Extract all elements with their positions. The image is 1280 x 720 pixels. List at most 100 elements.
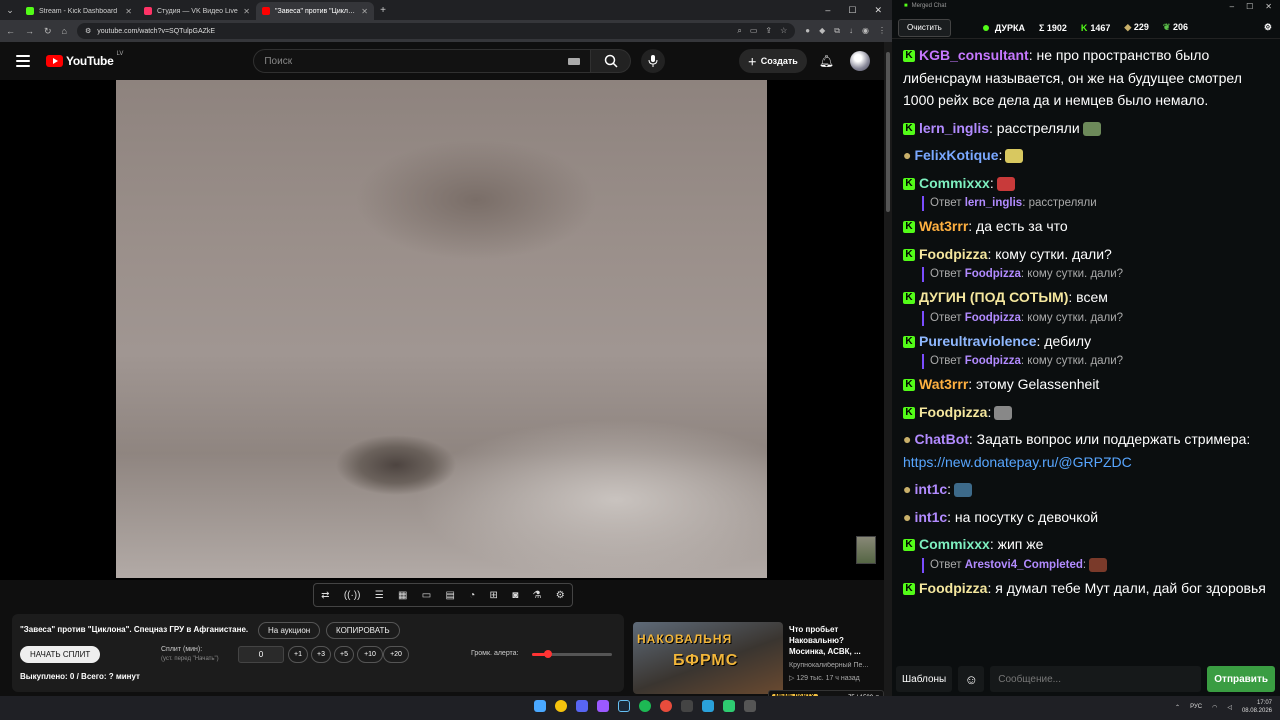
search-input[interactable]: Поиск <box>253 49 592 73</box>
extension-puzzle-icon[interactable]: ⧉ <box>834 26 840 36</box>
increment-button[interactable]: +3 <box>311 646 331 663</box>
chat-username[interactable]: FelixKotique <box>914 147 998 163</box>
minimize-icon[interactable]: – <box>1230 2 1234 11</box>
tab-close-icon[interactable]: ✕ <box>125 7 132 16</box>
tab-search-icon[interactable]: ⌄ <box>0 0 20 20</box>
reply-username[interactable]: Foodpizza <box>965 268 1021 280</box>
reply-username[interactable]: lern_inglis <box>965 197 1023 209</box>
increment-button[interactable]: +5 <box>334 646 354 663</box>
reload-icon[interactable]: ↻ <box>44 26 52 37</box>
alert-volume-slider[interactable] <box>532 650 612 658</box>
youtube-logo[interactable]: YouTube LV <box>46 51 123 68</box>
resize-icon[interactable]: ▭ <box>422 590 431 601</box>
playlist-icon[interactable]: ☰ <box>375 590 384 601</box>
repeat-icon[interactable]: ⇄ <box>321 590 329 601</box>
extension-icon[interactable]: ● <box>805 26 810 36</box>
hamburger-menu-icon[interactable] <box>16 55 30 67</box>
avatar[interactable] <box>850 51 870 71</box>
chat-username[interactable]: Commixxx <box>919 536 990 552</box>
video-player[interactable] <box>0 80 884 580</box>
notifications-bell-icon[interactable]: 🔔︎ <box>819 54 834 68</box>
spotify-icon[interactable] <box>639 700 651 712</box>
recommended-video[interactable]: НАКОВАЛЬНЯ БФРМС Что пробьет Наковальню?… <box>633 622 885 694</box>
new-tab-button[interactable]: + <box>374 5 392 16</box>
discord-icon[interactable] <box>576 700 588 712</box>
chat-username[interactable]: int1c <box>914 509 947 525</box>
chat-username[interactable]: Pureultraviolence <box>919 333 1037 349</box>
subtitles-icon[interactable]: ▤ <box>445 590 454 601</box>
templates-button[interactable]: Шаблоны <box>896 666 953 692</box>
app-icon[interactable] <box>597 700 609 712</box>
start-split-button[interactable]: НАЧАТЬ СПЛИТ <box>20 646 101 663</box>
app-icon[interactable] <box>681 700 693 712</box>
app-icon[interactable] <box>660 700 672 712</box>
create-button[interactable]: ＋ Создать <box>738 49 807 73</box>
forward-icon[interactable]: → <box>25 26 34 36</box>
close-icon[interactable]: ✕ <box>1265 2 1272 11</box>
keyboard-icon[interactable] <box>568 57 581 65</box>
tray-chevron-icon[interactable]: ⌃ <box>1175 704 1180 711</box>
flask-icon[interactable]: ⚗ <box>533 590 542 601</box>
recommended-title[interactable]: Что пробьет Наковальню? Мосинка, АСВК, .… <box>789 624 881 657</box>
broadcast-icon[interactable]: ((·)) <box>344 590 361 601</box>
page-scrollbar[interactable] <box>884 42 892 696</box>
clear-chat-button[interactable]: Очистить <box>898 18 951 37</box>
steam-icon[interactable] <box>618 700 630 712</box>
tab-close-icon[interactable]: ✕ <box>361 7 368 16</box>
bookmark-star-icon[interactable]: ☆ <box>780 26 787 36</box>
emoji-icon[interactable]: ☺ <box>958 666 985 692</box>
copy-button[interactable]: КОПИРОВАТЬ <box>326 622 400 639</box>
speed-icon[interactable]: ◔ <box>469 590 475 601</box>
language-indicator[interactable]: РУС <box>1190 704 1202 710</box>
recommended-thumbnail[interactable]: НАКОВАЛЬНЯ БФРМС <box>633 622 783 694</box>
reply-username[interactable]: Arestovi4_Completed <box>965 559 1083 571</box>
telegram-icon[interactable] <box>702 700 714 712</box>
to-auction-button[interactable]: На аукцион <box>258 622 321 639</box>
gear-icon[interactable]: ⚙ <box>556 590 565 601</box>
tab-close-icon[interactable]: ✕ <box>243 7 250 16</box>
donate-link[interactable]: https://new.donatepay.ru/@GRPZDC <box>903 454 1132 470</box>
chat-username[interactable]: Foodpizza <box>919 580 987 596</box>
menu-dots-icon[interactable]: ⋮ <box>878 26 886 36</box>
voice-search-button[interactable] <box>641 49 666 73</box>
minimize-icon[interactable]: – <box>825 5 830 16</box>
chat-username[interactable]: Foodpizza <box>919 404 987 420</box>
chat-username[interactable]: Foodpizza <box>919 246 987 262</box>
end-screen-thumbnail[interactable] <box>856 536 876 564</box>
video-frame[interactable] <box>116 80 767 578</box>
close-icon[interactable]: ✕ <box>874 5 882 16</box>
chat-username[interactable]: ChatBot <box>914 431 968 447</box>
chat-username[interactable]: Commixxx <box>919 175 990 191</box>
maximize-icon[interactable]: ☐ <box>848 5 856 16</box>
app-icon[interactable] <box>744 700 756 712</box>
address-bar[interactable]: ⚙ youtube.com/watch?v=SQTulpGAZkE ⌕ ▭ ⇪ ☆ <box>76 23 796 39</box>
reply-username[interactable]: Foodpizza <box>965 312 1021 324</box>
chat-username[interactable]: KGB_consultant <box>919 47 1029 63</box>
chat-username[interactable]: Wat3rrr <box>919 376 968 392</box>
home-icon[interactable]: ⌂ <box>62 26 67 36</box>
clock[interactable]: 17:07 08.08.2026 <box>1242 699 1272 715</box>
increment-button[interactable]: +10 <box>357 646 383 663</box>
profile-icon[interactable]: ◉ <box>862 26 869 36</box>
slider-thumb[interactable] <box>544 650 552 658</box>
reply-username[interactable]: Foodpizza <box>965 355 1021 367</box>
settings-gear-icon[interactable]: ⚙ <box>1264 22 1272 33</box>
volume-icon[interactable]: ◁ <box>1227 704 1232 711</box>
recommended-channel[interactable]: Крупнокалиберный Пе... <box>789 662 881 669</box>
share-icon[interactable]: ⇪ <box>765 26 772 36</box>
clapper-icon[interactable]: ▦ <box>398 590 407 601</box>
chat-message-input[interactable]: Сообщение... <box>990 666 1202 692</box>
site-info-icon[interactable]: ⚙ <box>85 27 91 35</box>
extension-icon[interactable]: ◆ <box>819 26 825 36</box>
chrome-icon[interactable] <box>555 700 567 712</box>
browser-tab[interactable]: "Завеса" против "Циклона ✕ <box>256 2 374 20</box>
app-icon[interactable] <box>723 700 735 712</box>
windows-start-icon[interactable] <box>534 700 546 712</box>
add-icon[interactable]: ⊞ <box>490 590 498 601</box>
chat-username[interactable]: lern_inglis <box>919 120 989 136</box>
chat-username[interactable]: int1c <box>914 481 947 497</box>
cast-icon[interactable]: ▭ <box>750 26 758 36</box>
browser-tab[interactable]: Stream - Kick Dashboard ✕ <box>20 2 138 20</box>
back-icon[interactable]: ← <box>6 26 15 36</box>
chat-username[interactable]: ДУГИН (ПОД СОТЫМ) <box>919 289 1068 305</box>
